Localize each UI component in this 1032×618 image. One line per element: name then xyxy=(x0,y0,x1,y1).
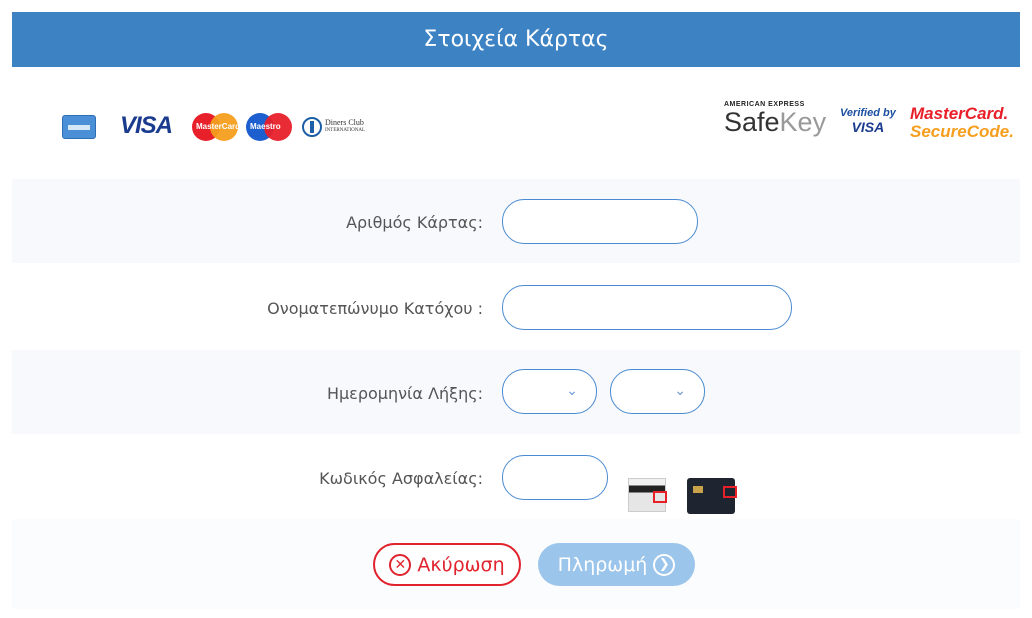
page-title: Στοιχεία Κάρτας xyxy=(423,27,609,52)
amex-safekey-logo-icon: AMERICAN EXPRESS SafeKey xyxy=(724,101,827,137)
visa-logo-icon: VISA xyxy=(120,112,173,139)
expiry-year-select[interactable]: ⌄ xyxy=(610,369,705,414)
card-back-cvv-hint-icon xyxy=(628,478,667,512)
pay-button[interactable]: Πληρωμή ❯ xyxy=(538,543,695,586)
holder-name-input[interactable] xyxy=(502,285,792,330)
amex-logo-icon xyxy=(62,115,96,139)
arrow-right-circle-icon: ❯ xyxy=(653,553,676,576)
expiry-month-select[interactable]: ⌄ xyxy=(502,369,597,414)
mastercard-logo-icon: MasterCard xyxy=(192,113,240,141)
cancel-button-label: Ακύρωση xyxy=(417,553,505,576)
chevron-down-icon: ⌄ xyxy=(566,382,578,398)
diners-club-logo-icon: Diners Club INTERNATIONAL xyxy=(302,117,365,137)
security-code-label: Κωδικός Ασφαλείας: xyxy=(319,469,483,488)
card-front-cvv-hint-icon xyxy=(687,478,737,514)
holder-name-label: Ονοματεπώνυμο Κατόχου : xyxy=(267,299,483,318)
chevron-down-icon: ⌄ xyxy=(674,382,686,398)
security-code-input[interactable] xyxy=(502,455,608,500)
card-logos-bar: VISA MasterCard Maestro Diners Club INTE… xyxy=(12,67,1020,179)
security-code-row: Κωδικός Ασφαλείας: xyxy=(12,435,1020,519)
page-header: Στοιχεία Κάρτας xyxy=(12,12,1020,67)
maestro-logo-icon: Maestro xyxy=(246,113,292,141)
holder-name-row: Ονοματεπώνυμο Κατόχου : xyxy=(12,265,1020,349)
cancel-button[interactable]: ✕ Ακύρωση xyxy=(373,543,521,586)
close-circle-icon: ✕ xyxy=(389,553,412,576)
card-number-row: Αριθμός Κάρτας: xyxy=(12,179,1020,263)
expiry-date-label: Ημερομηνία Λήξης: xyxy=(326,384,483,403)
pay-button-label: Πληρωμή xyxy=(557,553,648,576)
card-number-label: Αριθμός Κάρτας: xyxy=(346,213,483,232)
card-number-input[interactable] xyxy=(502,199,698,244)
mastercard-securecode-logo-icon: MasterCard. SecureCode. xyxy=(910,104,1014,141)
expiry-date-row: Ημερομηνία Λήξης: ⌄ ⌄ xyxy=(12,350,1020,434)
verified-by-visa-logo-icon: Verified by VISA xyxy=(840,107,896,135)
